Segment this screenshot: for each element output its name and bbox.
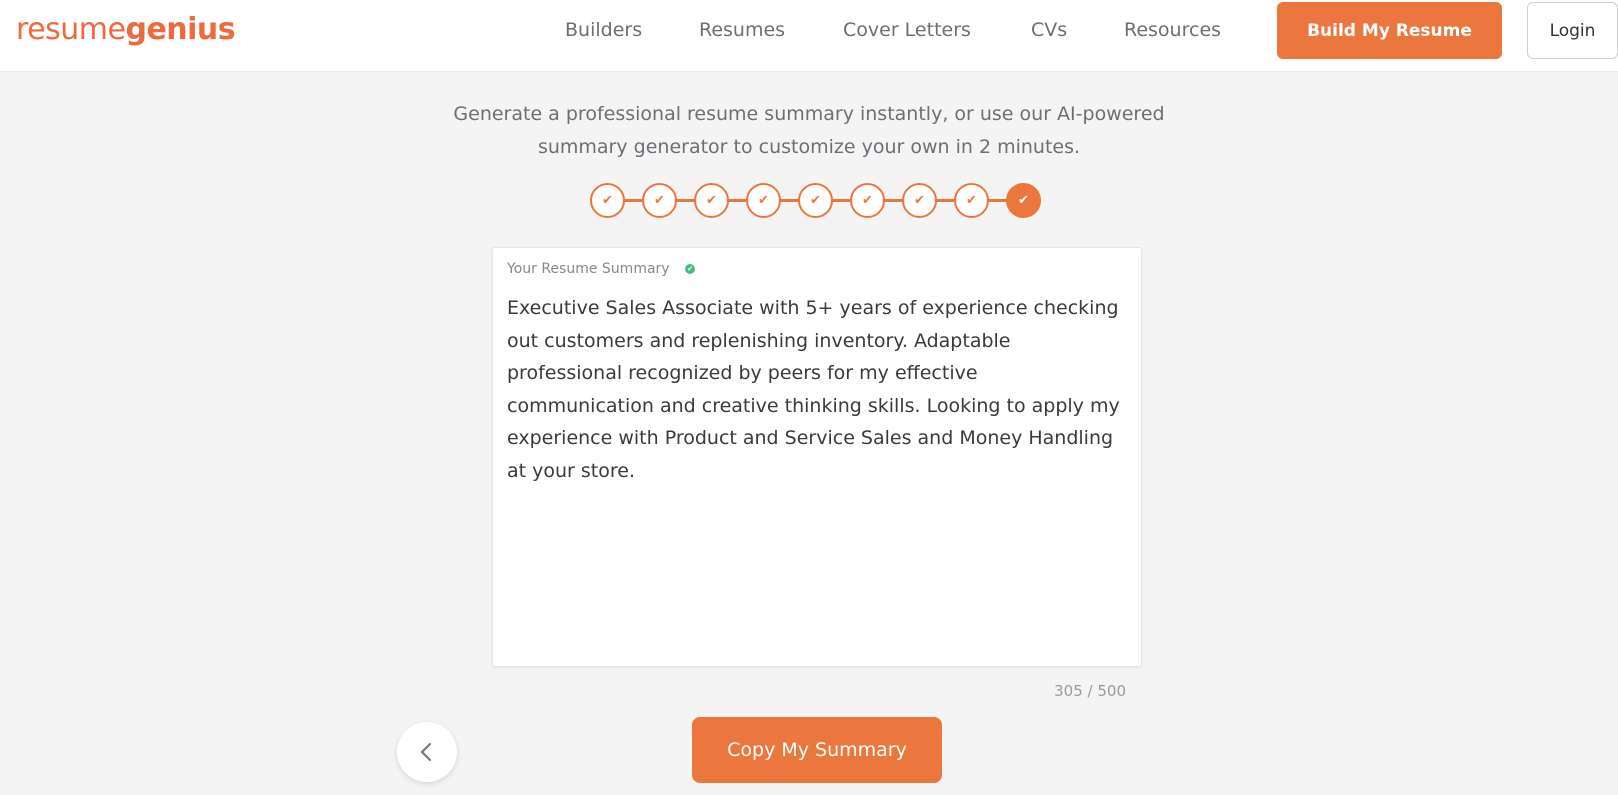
progress-step-2: ✔ [642,183,677,218]
step-check-icon: ✔ [706,193,717,208]
intro-line-2: summary generator to customize your own … [537,136,1081,158]
step-check-icon: ✔ [654,193,665,208]
step-check-icon: ✔ [914,193,925,208]
summary-label: Your Resume Summary [507,261,670,277]
character-counter: 305 / 500 [1054,682,1126,700]
logo-text-genius: genius [125,12,236,47]
step-check-icon: ✔ [810,193,821,208]
intro-text: Generate a professional resume summary i… [409,98,1209,164]
step-check-icon: ✔ [602,193,613,208]
step-check-icon: ✔ [758,193,769,208]
nav-resources[interactable]: Resources [1124,18,1221,42]
login-button[interactable]: Login [1527,2,1618,59]
progress-step-9: ✔ [1006,183,1041,218]
progress-step-5: ✔ [798,183,833,218]
progress-step-4: ✔ [746,183,781,218]
resumegenius-logo[interactable]: resumegenius [16,12,236,48]
nav-builders[interactable]: Builders [565,18,642,42]
nav-resumes[interactable]: Resumes [699,18,785,42]
verified-check-icon: ✔ [685,264,695,274]
progress-step-7: ✔ [902,183,937,218]
progress-step-3: ✔ [694,183,729,218]
progress-step-6: ✔ [850,183,885,218]
step-check-icon: ✔ [966,193,977,208]
nav-cover-letters[interactable]: Cover Letters [843,18,971,42]
step-check-icon: ✔ [1018,193,1029,208]
summary-card: Your Resume Summary ✔ Executive Sales As… [492,247,1142,667]
progress-step-8: ✔ [954,183,989,218]
build-my-resume-button[interactable]: Build My Resume [1277,2,1502,59]
site-header: resumegenius Builders Resumes Cover Lett… [0,0,1618,72]
nav-cvs[interactable]: CVs [1031,18,1067,42]
summary-textarea[interactable]: Executive Sales Associate with 5+ years … [507,292,1129,652]
intro-line-1: Generate a professional resume summary i… [453,103,1165,125]
chevron-left-icon [420,742,432,762]
step-check-icon: ✔ [862,193,873,208]
copy-my-summary-button[interactable]: Copy My Summary [692,717,942,783]
logo-text-resume: resume [16,12,126,47]
progress-steps: ✔ ✔ ✔ ✔ ✔ ✔ ✔ ✔ ✔ [590,183,1045,219]
progress-step-1: ✔ [590,183,625,218]
back-button[interactable] [397,722,457,782]
